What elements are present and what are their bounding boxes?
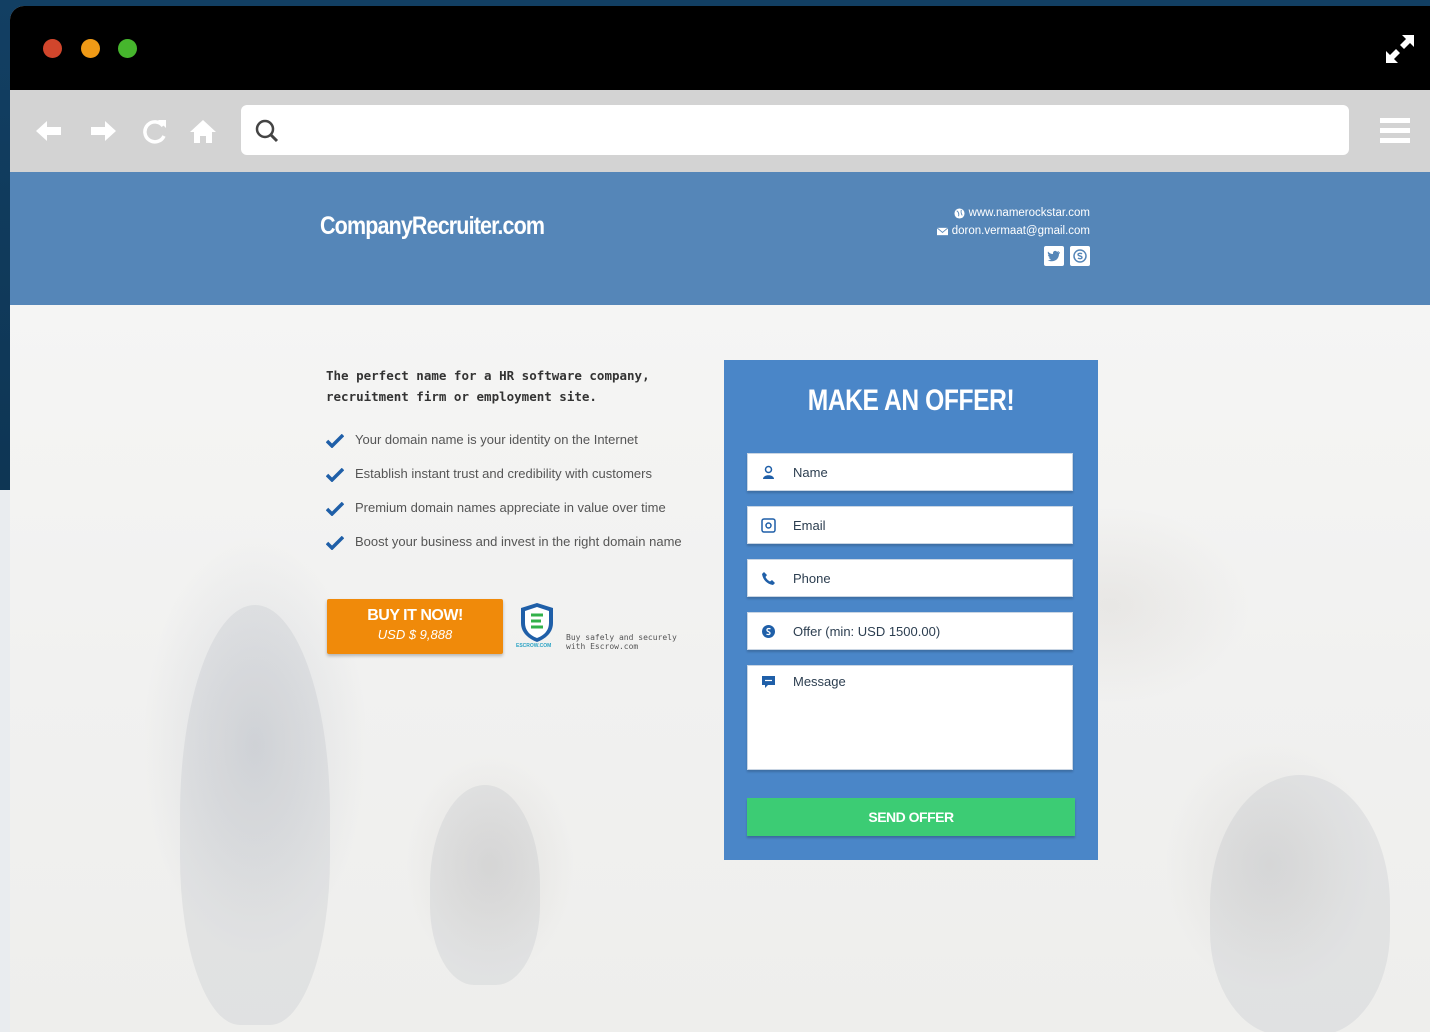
offer-placeholder: Offer (min: USD 1500.00) bbox=[793, 624, 941, 639]
search-icon bbox=[255, 119, 279, 143]
email-line: doron.vermaat@gmail.com bbox=[910, 222, 1090, 240]
phone-placeholder: Phone bbox=[793, 571, 831, 586]
escrow-brand: ESCROW.COM bbox=[516, 643, 552, 649]
buy-now-price: USD $ 9,888 bbox=[377, 627, 453, 642]
feature-item: Establish instant trust and credibility … bbox=[326, 465, 696, 483]
email-placeholder: Email bbox=[793, 518, 826, 533]
phone-field[interactable]: Phone bbox=[747, 559, 1073, 597]
email-field[interactable]: Email bbox=[747, 506, 1073, 544]
maximize-window-button[interactable] bbox=[118, 39, 137, 58]
feature-text: Premium domain names appreciate in value… bbox=[355, 500, 666, 515]
feature-text: Establish instant trust and credibility … bbox=[355, 466, 652, 481]
buy-now-label: BUY IT NOW! bbox=[367, 607, 463, 624]
feature-text: Your domain name is your identity on the… bbox=[355, 432, 638, 447]
background-photo-figure-2 bbox=[430, 785, 540, 985]
feature-item: Boost your business and invest in the ri… bbox=[326, 533, 696, 551]
website-line: www.namerockstar.com bbox=[910, 204, 1090, 222]
phone-icon bbox=[762, 572, 775, 585]
name-field[interactable]: Name bbox=[747, 453, 1073, 491]
escrow-badge[interactable]: ESCROW.COM Buy safely and securely with … bbox=[515, 601, 685, 653]
forward-arrow-icon[interactable] bbox=[88, 116, 118, 146]
reload-icon[interactable] bbox=[140, 116, 170, 146]
home-icon[interactable] bbox=[188, 116, 218, 146]
contact-info: www.namerockstar.com doron.vermaat@gmail… bbox=[910, 204, 1090, 266]
user-icon bbox=[763, 465, 774, 479]
site-brand[interactable]: CompanyRecruiter.com bbox=[320, 212, 545, 241]
browser-window: CompanyRecruiter.com www.namerockstar.co… bbox=[10, 6, 1430, 1032]
title-bar bbox=[10, 6, 1430, 90]
escrow-text-line: Buy safely and securely bbox=[566, 633, 677, 642]
minimize-window-button[interactable] bbox=[81, 39, 100, 58]
coin-icon bbox=[762, 625, 775, 638]
offer-title: MAKE AN OFFER! bbox=[807, 384, 1015, 417]
escrow-text-line: with Escrow.com bbox=[566, 642, 639, 651]
send-offer-button[interactable]: SEND OFFER bbox=[747, 798, 1075, 836]
website-link[interactable]: www.namerockstar.com bbox=[969, 207, 1090, 219]
tagline: The perfect name for a HR software compa… bbox=[326, 368, 650, 404]
globe-icon bbox=[954, 207, 965, 219]
feature-item: Premium domain names appreciate in value… bbox=[326, 499, 696, 517]
back-arrow-icon[interactable] bbox=[34, 116, 64, 146]
hamburger-menu-icon[interactable] bbox=[1380, 114, 1410, 146]
checkmark-icon bbox=[326, 502, 344, 516]
close-window-button[interactable] bbox=[43, 39, 62, 58]
message-icon bbox=[762, 676, 775, 688]
feature-text: Boost your business and invest in the ri… bbox=[355, 534, 682, 549]
message-placeholder: Message bbox=[793, 674, 846, 689]
feature-item: Your domain name is your identity on the… bbox=[326, 431, 696, 449]
envelope-icon bbox=[936, 226, 948, 235]
offer-form: MAKE AN OFFER! Name Email Phone Offer (m… bbox=[724, 360, 1098, 860]
at-sign-icon bbox=[761, 518, 776, 533]
escrow-text: Buy safely and securely with Escrow.com bbox=[566, 633, 677, 651]
checkmark-icon bbox=[326, 468, 344, 482]
message-field[interactable]: Message bbox=[747, 665, 1073, 770]
name-placeholder: Name bbox=[793, 465, 828, 480]
hero-section: The perfect name for a HR software compa… bbox=[10, 305, 1430, 1032]
checkmark-icon bbox=[326, 536, 344, 550]
offer-field[interactable]: Offer (min: USD 1500.00) bbox=[747, 612, 1073, 650]
social-links bbox=[910, 246, 1090, 266]
buy-now-button[interactable]: BUY IT NOW! USD $ 9,888 bbox=[327, 599, 503, 654]
address-bar[interactable] bbox=[241, 105, 1349, 155]
expand-icon[interactable] bbox=[1382, 31, 1418, 67]
skype-icon[interactable] bbox=[1070, 246, 1090, 266]
twitter-icon[interactable] bbox=[1044, 246, 1064, 266]
email-link[interactable]: doron.vermaat@gmail.com bbox=[952, 225, 1090, 237]
checkmark-icon bbox=[326, 434, 344, 448]
feature-list: Your domain name is your identity on the… bbox=[326, 431, 696, 567]
browser-toolbar bbox=[10, 90, 1430, 172]
background-photo-figure bbox=[1210, 775, 1390, 1032]
background-photo bbox=[180, 605, 330, 1025]
site-header: CompanyRecruiter.com www.namerockstar.co… bbox=[10, 172, 1430, 305]
